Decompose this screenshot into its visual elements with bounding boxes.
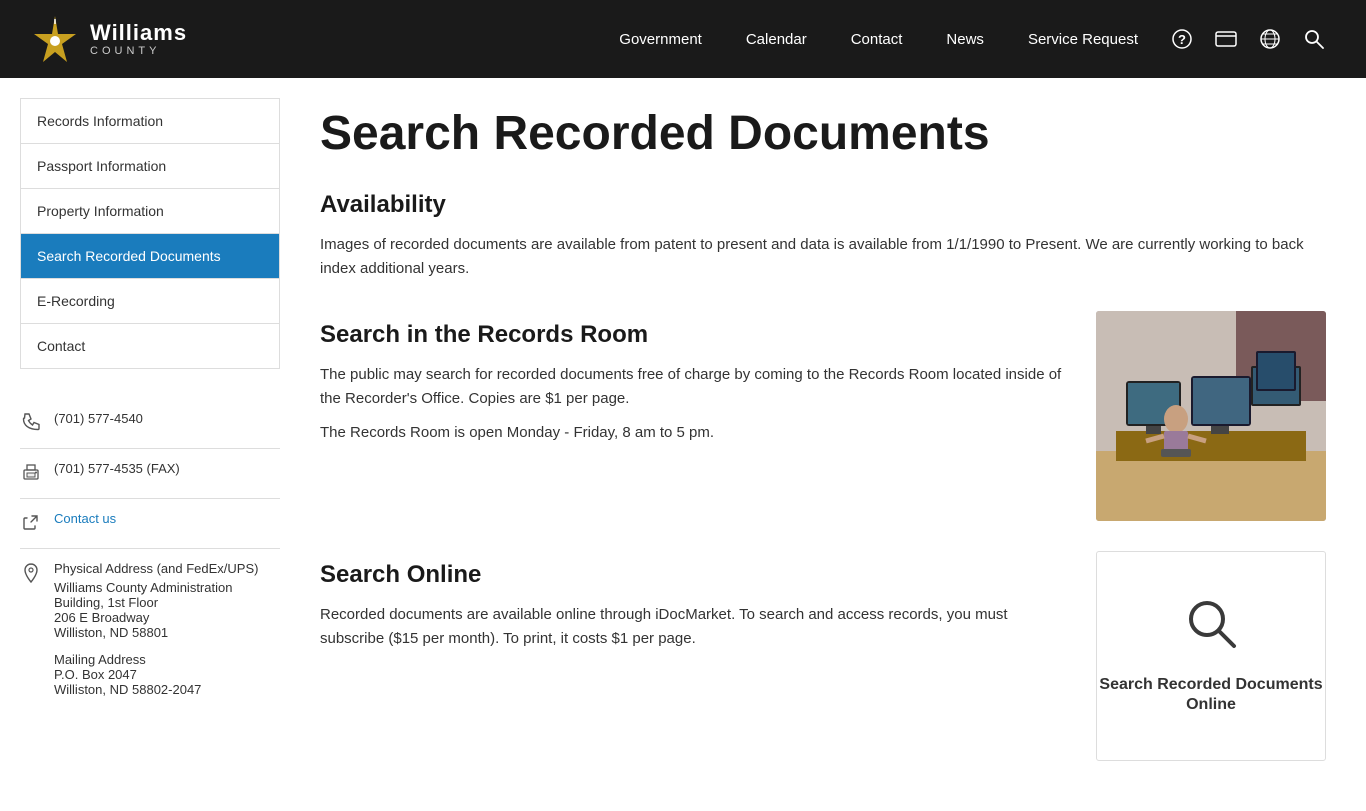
sidebar-fax-row: (701) 577-4535 (FAX) <box>20 449 280 499</box>
sidebar-item-erecording[interactable]: E-Recording <box>21 279 279 324</box>
nav-contact[interactable]: Contact <box>829 0 925 78</box>
search-online-heading: Search Online <box>320 561 1066 589</box>
records-room-section: Search in the Records Room The public ma… <box>320 311 1326 521</box>
search-online-text: Search Online Recorded documents are ava… <box>320 551 1066 661</box>
nav-news[interactable]: News <box>924 0 1006 78</box>
sidebar-mailing-label: Mailing Address <box>54 652 280 667</box>
logo-williams: Williams <box>90 21 187 45</box>
sidebar-item-search-recorded[interactable]: Search Recorded Documents <box>21 234 279 279</box>
availability-heading: Availability <box>320 191 1326 219</box>
sidebar-item-passport[interactable]: Passport Information <box>21 144 279 189</box>
fax-icon <box>20 463 42 486</box>
search-online-icon <box>1184 596 1239 663</box>
sidebar-physical-line2: 206 E Broadway <box>54 610 280 625</box>
records-room-text: Search in the Records Room The public ma… <box>320 311 1066 455</box>
sidebar-mailing-line1: P.O. Box 2047 <box>54 667 280 682</box>
sidebar-physical-label: Physical Address (and FedEx/UPS) <box>54 561 280 576</box>
main-nav: Government Calendar Contact News Service… <box>597 0 1160 78</box>
svg-text:?: ? <box>1178 32 1186 47</box>
records-room-heading: Search in the Records Room <box>320 321 1066 349</box>
globe-icon[interactable] <box>1248 0 1292 78</box>
sidebar-physical-line1: Williams County Administration Building,… <box>54 580 280 610</box>
sidebar-item-contact[interactable]: Contact <box>21 324 279 368</box>
records-room-text2: The Records Room is open Monday - Friday… <box>320 421 1066 445</box>
logo-icon <box>30 14 80 64</box>
sidebar-menu: Records Information Passport Information… <box>20 98 280 369</box>
sidebar-phone-row: (701) 577-4540 <box>20 399 280 449</box>
availability-section: Availability Images of recorded document… <box>320 191 1326 281</box>
sidebar-item-records[interactable]: Records Information <box>21 99 279 144</box>
search-online-section: Search Online Recorded documents are ava… <box>320 551 1326 761</box>
nav-service-request[interactable]: Service Request <box>1006 0 1160 78</box>
nav-calendar[interactable]: Calendar <box>724 0 829 78</box>
external-link-icon <box>20 513 42 536</box>
sidebar-item-property[interactable]: Property Information <box>21 189 279 234</box>
nav-icon-group: ? <box>1160 0 1336 78</box>
sidebar-fax: (701) 577-4535 (FAX) <box>54 461 180 476</box>
sidebar-address-row: Physical Address (and FedEx/UPS) William… <box>20 549 280 709</box>
card-icon[interactable] <box>1204 0 1248 78</box>
search-online-card-label: Search Recorded Documents Online <box>1097 675 1325 717</box>
sidebar: Records Information Passport Information… <box>20 98 280 709</box>
sidebar-physical-line3: Williston, ND 58801 <box>54 625 280 640</box>
main-content: Search Recorded Documents Availability I… <box>300 98 1346 771</box>
availability-text: Images of recorded documents are availab… <box>320 233 1326 281</box>
search-online-card[interactable]: Search Recorded Documents Online <box>1096 551 1326 761</box>
sidebar-mailing-line2: Williston, ND 58802-2047 <box>54 682 280 697</box>
site-logo[interactable]: Williams COUNTY <box>30 14 187 64</box>
phone-icon <box>20 413 42 436</box>
sidebar-contactus-link[interactable]: Contact us <box>54 511 116 526</box>
sidebar-phone: (701) 577-4540 <box>54 411 143 426</box>
site-header: Williams COUNTY Government Calendar Cont… <box>0 0 1366 78</box>
page-title: Search Recorded Documents <box>320 108 1326 161</box>
records-room-text1: The public may search for recorded docum… <box>320 363 1066 411</box>
search-online-text: Recorded documents are available online … <box>320 603 1066 651</box>
sidebar-address: Physical Address (and FedEx/UPS) William… <box>54 561 280 697</box>
nav-government[interactable]: Government <box>597 0 724 78</box>
sidebar-contactus-row: Contact us <box>20 499 280 549</box>
records-room-image <box>1096 311 1326 521</box>
logo-county: COUNTY <box>90 45 187 57</box>
search-icon[interactable] <box>1292 0 1336 78</box>
sidebar-contact: (701) 577-4540 (701) 577-4535 (FAX) Cont… <box>20 389 280 709</box>
location-icon <box>20 563 42 588</box>
help-icon[interactable]: ? <box>1160 0 1204 78</box>
page-wrapper: Records Information Passport Information… <box>0 78 1366 811</box>
